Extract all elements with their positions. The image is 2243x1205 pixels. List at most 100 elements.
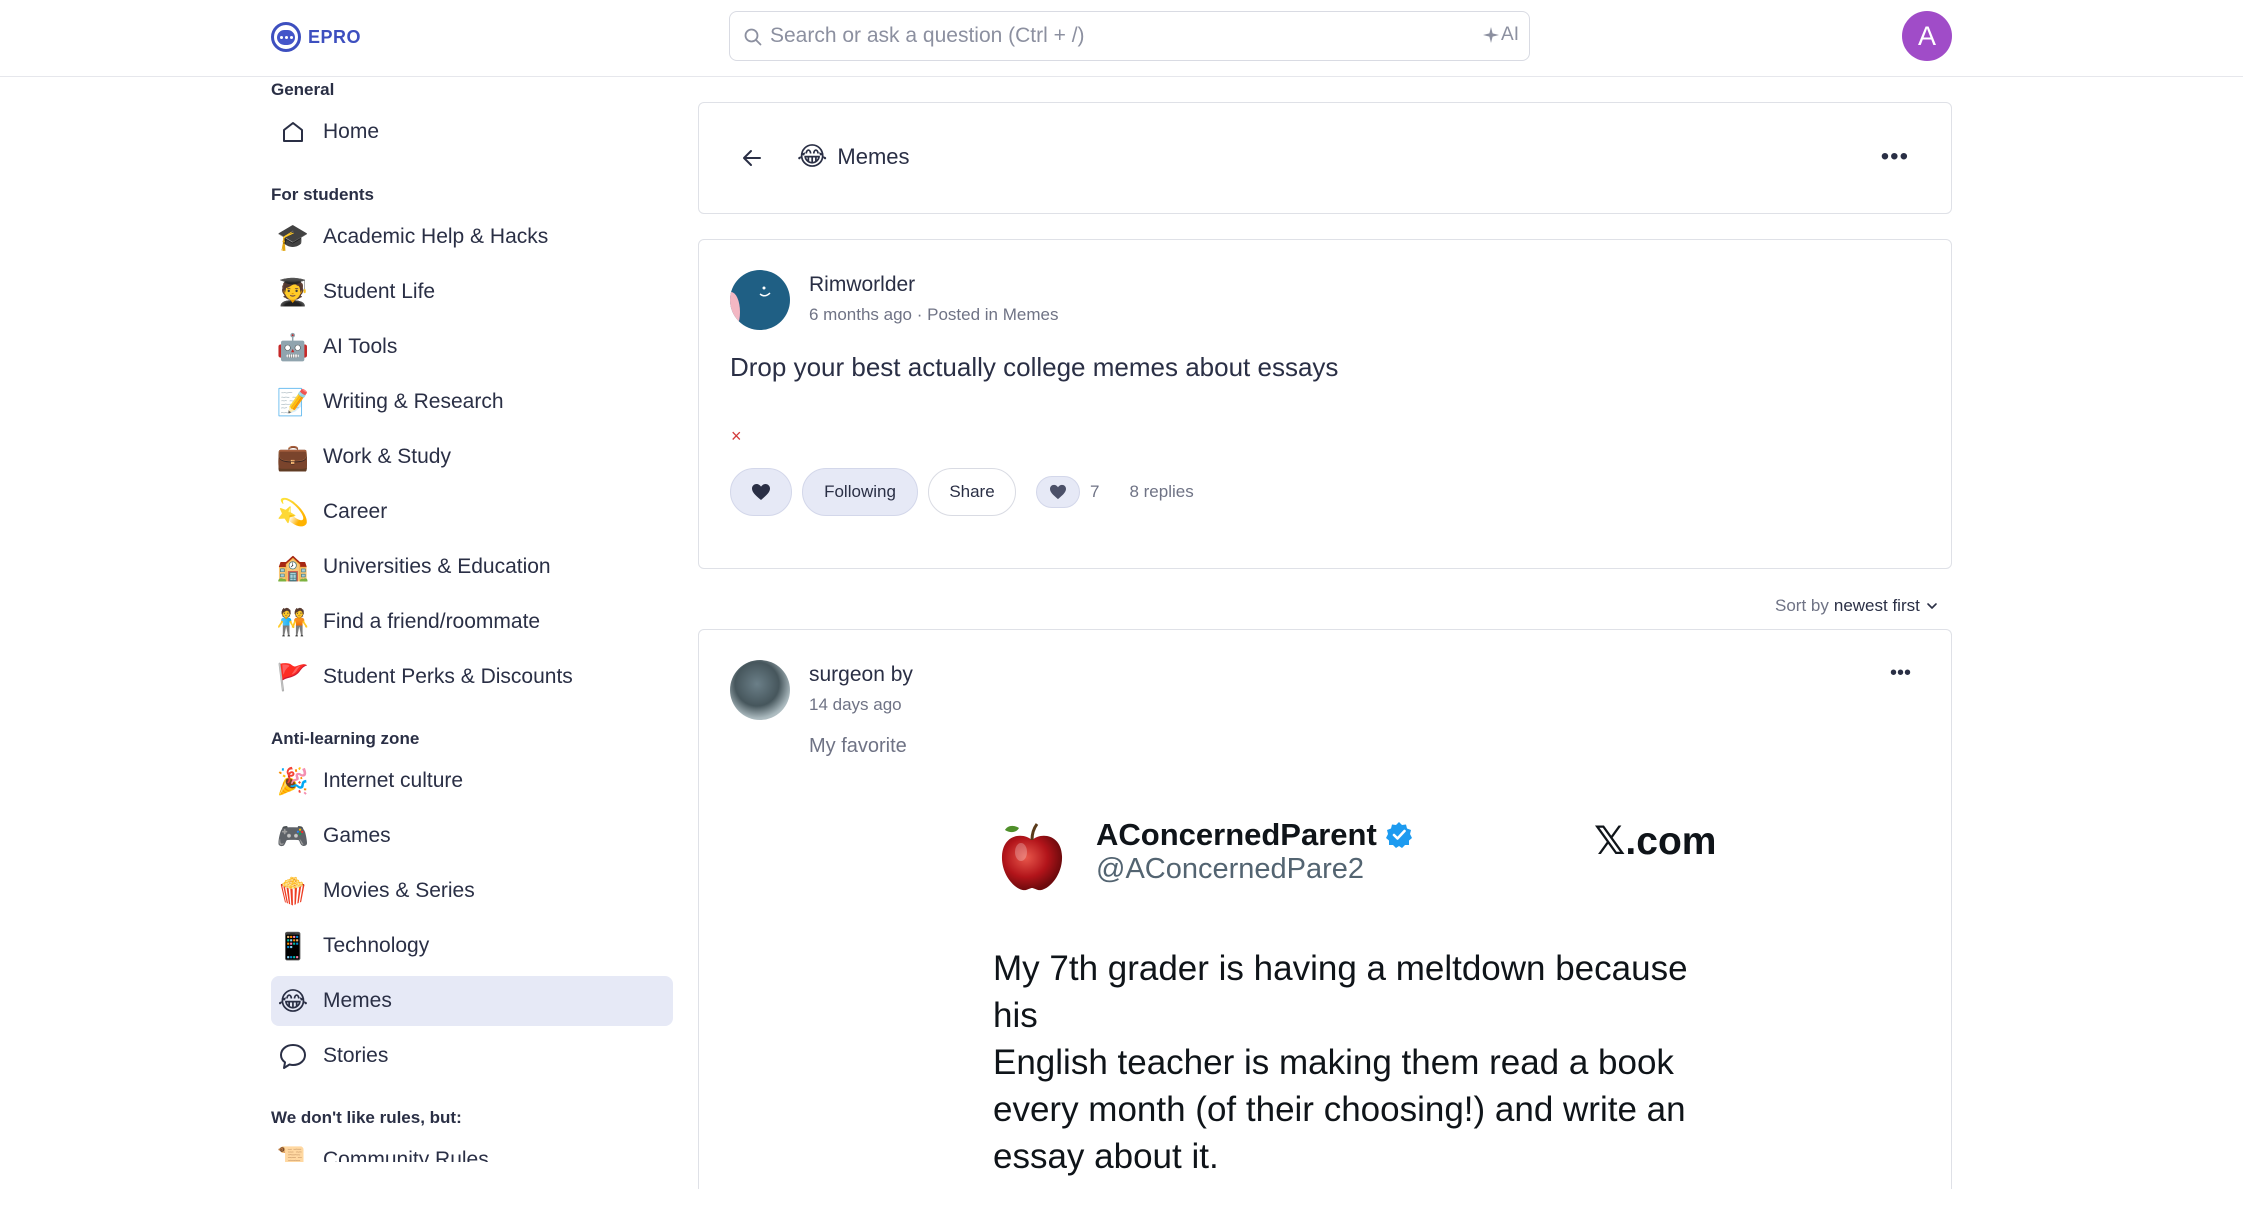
back-arrow-icon[interactable] — [739, 145, 765, 171]
sidebar-item-academic-help[interactable]: 🎓 Academic Help & Hacks — [271, 212, 673, 262]
topic-title-text: Memes — [837, 143, 910, 169]
x-logo: 𝕏.com — [1594, 820, 1717, 863]
school-icon: 🏫 — [276, 551, 310, 582]
sidebar-item-label: Memes — [323, 989, 392, 1012]
reply-card: surgeon by 14 days ago ••• My favorite A… — [698, 629, 1952, 1189]
user-avatar[interactable]: A — [1902, 11, 1952, 61]
sort-value: newest first — [1833, 596, 1920, 615]
sidebar-item-label: Academic Help & Hacks — [323, 225, 549, 248]
sidebar-item-student-perks[interactable]: 🚩 Student Perks & Discounts — [271, 652, 673, 702]
graduation-cap-icon: 🎓 — [276, 221, 310, 252]
search-bar[interactable]: AI — [729, 11, 1530, 61]
robot-icon: 🤖 — [276, 331, 310, 362]
game-controller-icon: 🎮 — [276, 820, 310, 851]
sidebar-item-label: Internet culture — [323, 769, 464, 792]
sidebar-item-label: Find a friend/roommate — [323, 610, 541, 633]
reply-author[interactable]: surgeon by — [809, 663, 913, 687]
replies-count[interactable]: 8 replies — [1129, 482, 1193, 502]
search-icon — [744, 28, 762, 46]
sidebar-item-games[interactable]: 🎮 Games — [271, 811, 673, 861]
sidebar: General Home For students 🎓 Academic Hel… — [271, 78, 673, 1162]
chevron-down-icon — [1927, 603, 1937, 609]
speech-bubble-icon — [277, 1040, 309, 1072]
topic-title: 😂 Memes — [797, 141, 910, 172]
sidebar-item-label: Home — [323, 120, 380, 143]
sidebar-item-label: Technology — [323, 934, 430, 957]
red-flag-icon: 🚩 — [276, 661, 310, 692]
reply-meta: 14 days ago — [809, 695, 902, 714]
sidebar-item-stories[interactable]: Stories — [271, 1031, 673, 1081]
share-button[interactable]: Share — [928, 468, 1016, 516]
post-meta: 6 months ago · Posted in Memes — [809, 305, 1059, 324]
author-avatar[interactable] — [730, 270, 790, 330]
popcorn-icon: 🍿 — [276, 875, 310, 906]
tweet-screenshot-image: AConcernedParent @AConcernedPare2 𝕏.com … — [989, 805, 1716, 1205]
reply-more-options-icon[interactable]: ••• — [1890, 662, 1911, 685]
likes-summary[interactable]: 7 — [1036, 476, 1099, 508]
sidebar-item-label: Universities & Education — [323, 555, 551, 578]
party-popper-icon: 🎉 — [276, 765, 310, 796]
sidebar-item-label: Work & Study — [323, 445, 451, 468]
tweet-text-line: My 7th grader is having a meltdown becau… — [993, 949, 1688, 1035]
section-title-rules: We don't like rules, but: — [271, 1108, 462, 1127]
sidebar-item-movies-series[interactable]: 🍿 Movies & Series — [271, 866, 673, 916]
sidebar-item-label: Student Perks & Discounts — [323, 665, 573, 688]
mobile-phone-icon: 📱 — [276, 930, 310, 961]
section-title-general: General — [271, 80, 335, 99]
sort-prefix: Sort by — [1775, 596, 1829, 615]
more-options-icon[interactable]: ••• — [1881, 143, 1909, 171]
sidebar-item-label: Writing & Research — [323, 390, 504, 413]
logo[interactable]: EPRO — [271, 22, 361, 52]
following-button[interactable]: Following — [802, 468, 918, 516]
reply-text: My favorite — [809, 735, 907, 757]
sidebar-item-memes[interactable]: 😂 Memes — [271, 976, 673, 1026]
tweet-text-line: English teacher is making them read a bo… — [993, 1043, 1674, 1082]
heart-icon — [1036, 476, 1080, 508]
post-title: Drop your best actually college memes ab… — [730, 352, 1339, 382]
heart-icon — [752, 484, 770, 500]
sidebar-item-label: Games — [323, 824, 391, 847]
sidebar-item-work-study[interactable]: 💼 Work & Study — [271, 432, 673, 482]
tweet-handle: @AConcernedPare2 — [1096, 853, 1365, 885]
people-holding-hands-icon: 🧑‍🤝‍🧑 — [276, 606, 310, 637]
like-button[interactable] — [730, 468, 792, 516]
sidebar-item-universities[interactable]: 🏫 Universities & Education — [271, 542, 673, 592]
sidebar-item-label: Student Life — [323, 280, 436, 303]
sidebar-item-label: Community Rules — [323, 1148, 489, 1162]
tweet-author-name-text: AConcernedParent — [1096, 817, 1377, 852]
sidebar-item-writing-research[interactable]: 📝 Writing & Research — [271, 377, 673, 427]
sidebar-item-label: Stories — [323, 1044, 389, 1067]
memo-icon: 📝 — [276, 386, 310, 417]
sidebar-item-community-rules[interactable]: 📜 Community Rules — [271, 1135, 673, 1163]
tweet-author-name: AConcernedParent — [1096, 817, 1413, 853]
tweet-text: My 7th grader is having a meltdown becau… — [993, 945, 1723, 1180]
sidebar-item-internet-culture[interactable]: 🎉 Internet culture — [271, 756, 673, 806]
sidebar-item-find-friend[interactable]: 🧑‍🤝‍🧑 Find a friend/roommate — [271, 597, 673, 647]
sidebar-item-technology[interactable]: 📱 Technology — [271, 921, 673, 971]
student-icon: 🧑‍🎓 — [276, 276, 310, 307]
sidebar-item-career[interactable]: 💫 Career — [271, 487, 673, 537]
search-input[interactable] — [770, 20, 1430, 52]
broken-image-icon: × — [731, 426, 742, 446]
laughing-face-icon: 😂 — [797, 141, 828, 171]
section-title-for-students: For students — [271, 185, 374, 204]
sidebar-item-label: AI Tools — [323, 335, 398, 358]
dizzy-star-icon: 💫 — [276, 496, 310, 527]
post-author[interactable]: Rimworlder — [809, 273, 915, 297]
ai-button[interactable]: AI — [1483, 24, 1519, 46]
home-icon — [277, 116, 309, 148]
sort-dropdown[interactable]: Sort by newest first — [1775, 596, 1939, 616]
tweet-text-line: essay about it. — [993, 1137, 1219, 1176]
top-bar: EPRO AI A — [0, 0, 2243, 77]
topic-header-card: 😂 Memes ••• — [698, 102, 1952, 214]
verified-badge-icon — [1385, 822, 1412, 848]
sidebar-item-student-life[interactable]: 🧑‍🎓 Student Life — [271, 267, 673, 317]
sparkle-icon — [1483, 27, 1500, 43]
briefcase-icon: 💼 — [276, 441, 310, 472]
ai-label: AI — [1501, 24, 1519, 45]
sidebar-item-home[interactable]: Home — [271, 107, 673, 157]
sidebar-item-ai-tools[interactable]: 🤖 AI Tools — [271, 322, 673, 372]
post-actions: Following Share 7 8 replies — [730, 468, 1194, 516]
like-count: 7 — [1090, 482, 1100, 501]
reply-author-avatar[interactable] — [730, 660, 790, 720]
